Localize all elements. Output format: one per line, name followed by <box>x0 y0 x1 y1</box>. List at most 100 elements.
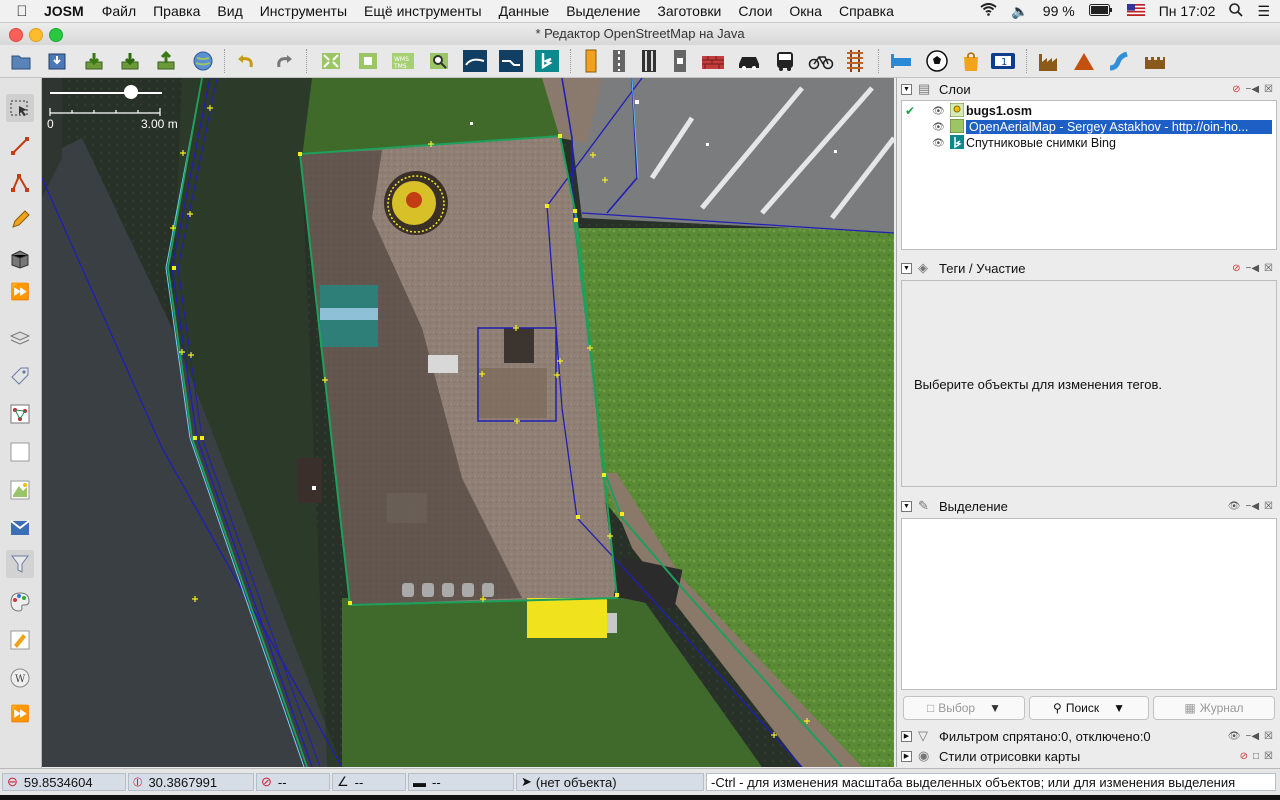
window-close-button[interactable] <box>9 28 23 42</box>
filter-panel-header[interactable]: ▶ ▽ Фильтром спрятано:0, отключено:0 👁 −◀… <box>901 726 1275 746</box>
layer-row[interactable]: 👁 Спутниковые снимки Bing <box>902 134 1276 151</box>
pin-icon[interactable]: −◀ <box>1246 501 1260 512</box>
bing-icon[interactable] <box>534 48 560 74</box>
map-view[interactable]: 0 3.00 m <box>42 78 894 767</box>
close-icon[interactable]: ☒ <box>1264 731 1273 742</box>
menu-data[interactable]: Данные <box>499 3 550 19</box>
menu-help[interactable]: Справка <box>839 3 894 19</box>
preset-rail-track-icon[interactable] <box>842 48 868 74</box>
collapse-icon[interactable]: ▼ <box>901 83 912 95</box>
collapse-icon[interactable]: ▼ <box>901 500 912 512</box>
preset-barrier-icon[interactable] <box>667 48 693 74</box>
preset-castle-icon[interactable] <box>1142 48 1168 74</box>
open-file-icon[interactable] <box>8 48 34 74</box>
close-icon[interactable]: ☒ <box>1264 501 1273 512</box>
preset-waterway-icon[interactable] <box>1106 48 1132 74</box>
preset-bus-icon[interactable] <box>772 48 798 74</box>
split-way-icon[interactable] <box>462 48 488 74</box>
pencil-draw-icon[interactable] <box>6 206 34 234</box>
preset-wall-icon[interactable] <box>700 48 726 74</box>
menu-layers[interactable]: Слои <box>738 3 772 19</box>
notification-center-icon[interactable]: ☰ <box>1257 3 1270 20</box>
toggle-tags-icon[interactable] <box>6 362 34 390</box>
visibility-eye-icon[interactable]: 👁 <box>932 106 946 117</box>
zoom-to-data-icon[interactable] <box>318 48 344 74</box>
pin-icon[interactable]: −◀ <box>1246 84 1260 95</box>
window-minimize-button[interactable] <box>29 28 43 42</box>
wifi-icon[interactable] <box>980 3 997 19</box>
toggle-wikipedia-icon[interactable]: W <box>6 664 34 692</box>
toggle-changesets-icon[interactable] <box>6 514 34 542</box>
expand-icon[interactable]: ▶ <box>901 730 912 742</box>
tags-panel-header[interactable]: ▼ ◈ Теги / Участие ⊘ −◀ ☒ <box>901 258 1275 278</box>
close-icon[interactable]: ☒ <box>1264 263 1273 274</box>
search-button[interactable]: ⚲ Поиск ▼ <box>1029 696 1149 720</box>
undo-icon[interactable] <box>232 48 258 74</box>
menu-file[interactable]: Файл <box>102 3 136 19</box>
combine-way-icon[interactable] <box>498 48 524 74</box>
eye-icon[interactable]: 👁 <box>1228 501 1241 512</box>
toggle-filter-icon[interactable] <box>6 550 34 578</box>
preset-railway-icon[interactable] <box>636 48 662 74</box>
clock[interactable]: Пн 17:02 <box>1159 3 1216 19</box>
menu-view[interactable]: Вид <box>217 3 242 19</box>
preferences-globe-icon[interactable] <box>190 48 216 74</box>
toggle-relations-icon[interactable] <box>6 400 34 428</box>
download-along-icon[interactable] <box>117 48 143 74</box>
pin-icon[interactable]: −◀ <box>1246 731 1260 742</box>
volume-icon[interactable]: 🔈 <box>1011 3 1028 20</box>
upload-icon[interactable] <box>153 48 179 74</box>
preset-bicycle-icon[interactable] <box>808 48 834 74</box>
layer-row[interactable]: ✔ 👁 bugs1.osm <box>902 102 1276 119</box>
apple-icon[interactable]:  <box>0 3 44 20</box>
close-icon[interactable]: ☒ <box>1264 84 1273 95</box>
chevron-down-icon[interactable]: ▼ <box>989 701 1001 715</box>
toggle-map-styles-icon[interactable] <box>6 588 34 616</box>
history-button[interactable]: ▦ Журнал <box>1153 696 1275 720</box>
us-flag-icon[interactable] <box>1126 3 1145 19</box>
preset-peak-icon[interactable] <box>1071 48 1097 74</box>
menu-selection[interactable]: Выделение <box>566 3 640 19</box>
layer-row[interactable]: 👁 OpenAerialMap - Sergey Astakhov - http… <box>902 118 1276 135</box>
menu-more-tools[interactable]: Ещё инструменты <box>364 3 482 19</box>
preset-road-icon[interactable] <box>606 48 632 74</box>
layers-panel-header[interactable]: ▼ ▤ Слои ⊘ −◀ ☒ <box>901 79 1275 99</box>
pin-icon[interactable]: □ <box>1253 751 1259 762</box>
visibility-eye-icon[interactable]: 👁 <box>932 122 946 133</box>
spotlight-search-icon[interactable] <box>1229 2 1244 20</box>
close-panel-icon[interactable]: ⊘ <box>1232 263 1240 274</box>
wms-icon[interactable]: WMS TMS <box>390 48 416 74</box>
download-icon[interactable] <box>81 48 107 74</box>
map-styles-panel-header[interactable]: ▶ ◉ Стили отрисовки карты ⊘ □ ☒ <box>901 746 1275 766</box>
save-icon[interactable] <box>44 48 70 74</box>
selection-panel-header[interactable]: ▼ ✎ Выделение 👁 −◀ ☒ <box>901 496 1275 516</box>
select-button[interactable]: □ Выбор ▼ <box>903 696 1025 720</box>
preset-info-icon[interactable]: 1 <box>990 48 1016 74</box>
close-icon[interactable]: ☒ <box>1264 751 1273 762</box>
menu-tools[interactable]: Инструменты <box>260 3 347 19</box>
selection-list[interactable] <box>901 518 1277 690</box>
preset-car-icon[interactable] <box>736 48 762 74</box>
zoom-to-selection-icon[interactable] <box>355 48 381 74</box>
toggle-layers-icon[interactable] <box>6 324 34 352</box>
battery-icon[interactable] <box>1088 3 1113 19</box>
redo-icon[interactable] <box>272 48 298 74</box>
draw-line-icon[interactable] <box>6 132 34 160</box>
toggle-validation-icon[interactable] <box>6 438 34 466</box>
pin-icon[interactable]: −◀ <box>1246 263 1260 274</box>
expand-dialogs-icon[interactable]: ⏩ <box>6 700 34 728</box>
window-zoom-button[interactable] <box>49 28 63 42</box>
draw-node-icon[interactable] <box>6 169 34 197</box>
menu-windows[interactable]: Окна <box>789 3 822 19</box>
toggle-history-icon[interactable] <box>6 626 34 654</box>
eye-icon[interactable]: 👁 <box>1228 731 1241 742</box>
toggle-notes-icon[interactable] <box>6 476 34 504</box>
app-menu[interactable]: JOSM <box>44 3 84 19</box>
zoom-search-icon[interactable] <box>426 48 452 74</box>
expand-icon[interactable]: ▶ <box>901 750 912 762</box>
preset-shop-icon[interactable] <box>958 48 984 74</box>
expand-modes-icon[interactable]: ⏩ <box>6 278 34 306</box>
select-mode-icon[interactable] <box>6 94 34 122</box>
preset-traffic-light-icon[interactable] <box>578 48 604 74</box>
preset-sports-ball-icon[interactable] <box>924 48 950 74</box>
